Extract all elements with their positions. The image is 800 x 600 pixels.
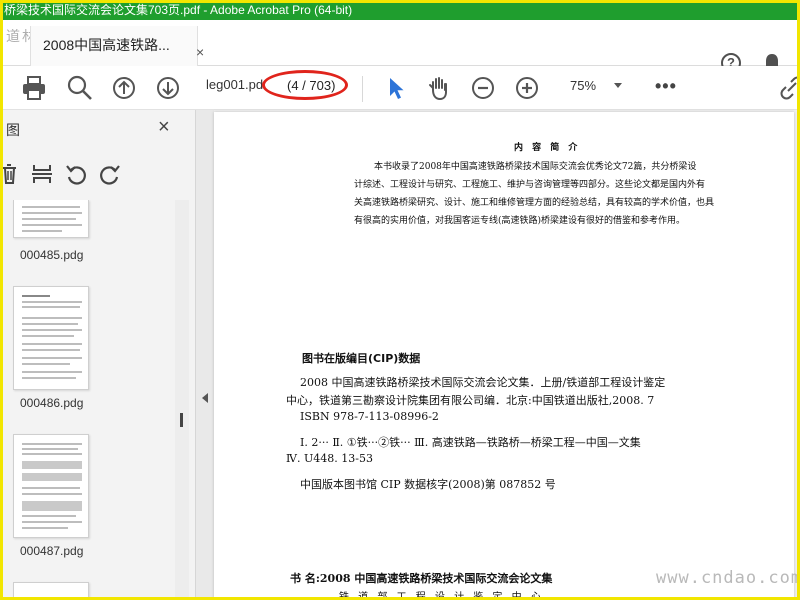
link-icon[interactable]	[778, 74, 800, 102]
hand-tool-icon[interactable]	[425, 74, 453, 102]
thumbnail-scrollbar[interactable]	[175, 200, 189, 600]
thumbnail-label: 000486.pdg	[20, 396, 84, 410]
page-thumbnails-pane: 图 × 000485.pdg 000486.pdg 000487.pdg	[0, 110, 196, 600]
page-down-icon[interactable]	[154, 74, 182, 102]
zoom-in-icon[interactable]	[513, 74, 541, 102]
book-editor-line: 铁 道 部 工 程 设 计 鉴 定 中 心	[339, 592, 544, 600]
zoom-level-select[interactable]: 75%	[570, 78, 596, 93]
document-tab[interactable]: 2008中国高速铁路...	[30, 26, 198, 66]
highlight-ellipse	[262, 70, 348, 100]
toolbar: leg001.pd (4 / 703) 75% •••	[0, 66, 800, 110]
intro-heading: 内 容 简 介	[514, 143, 581, 153]
cip-line: ISBN 978-7-113-08996-2	[300, 410, 439, 423]
rotate-right-icon[interactable]	[98, 162, 122, 186]
thumbnail-page[interactable]	[13, 434, 89, 538]
file-name-label: leg001.pd	[206, 77, 264, 92]
chevron-down-icon[interactable]	[614, 83, 622, 88]
cip-line: Ⅰ. 2··· Ⅱ. ①铁···②铁··· Ⅲ. 高速铁路—铁路桥—桥梁工程—中…	[300, 436, 641, 449]
pane-title: 图	[6, 122, 20, 138]
scrollbar-thumb[interactable]	[180, 413, 183, 427]
pane-toolbar	[0, 158, 196, 192]
cip-line: Ⅳ. U448. 13-53	[286, 452, 373, 465]
cip-line: 中国版本图书馆 CIP 数据核字(2008)第 087852 号	[300, 478, 556, 491]
tab-close-icon[interactable]: ×	[196, 44, 204, 60]
intro-line: 有很高的实用价值，对我国客运专线(高速铁路)桥梁建设有很好的借鉴和参考作用。	[354, 216, 686, 226]
thumbnail-label: 000485.pdg	[20, 248, 84, 262]
cip-heading: 图书在版编目(CIP)数据	[302, 352, 421, 365]
cip-line: 2008 中国高速铁路桥梁技术国际交流会论文集．上册/铁道部工程设计鉴定	[300, 376, 666, 389]
close-icon[interactable]: ×	[158, 116, 170, 139]
toolbar-divider	[362, 76, 363, 102]
zoom-out-icon[interactable]	[469, 74, 497, 102]
collapse-arrow-icon[interactable]	[202, 393, 208, 403]
site-watermark: www.cndao.com	[656, 568, 800, 588]
delete-icon[interactable]	[0, 162, 24, 186]
pane-collapse-strip[interactable]	[196, 110, 214, 600]
insert-pages-icon[interactable]	[30, 162, 54, 186]
thumbnail-list: 000485.pdg 000486.pdg 000487.pdg	[0, 200, 175, 600]
print-icon[interactable]	[20, 74, 48, 102]
intro-line: 计综述、工程设计与研究、工程施工、维护与咨询管理等四部分。这些论文都是国内外有	[354, 180, 706, 190]
document-view[interactable]: 内 容 简 介 本书收录了2008年中国高速铁路桥梁技术国际交流会优秀论文72篇…	[214, 110, 800, 600]
window-title: 桥梁技术国际交流会论文集703页.pdf - Adobe Acrobat Pro…	[0, 0, 800, 20]
intro-line: 关高速铁路桥梁研究、设计、施工和维修管理方面的经验总结，具有较高的学术价值，也具	[354, 198, 715, 208]
page-up-icon[interactable]	[110, 74, 138, 102]
thumbnail-label: 000487.pdg	[20, 544, 84, 558]
cip-line: 中心，铁道第三勘察设计院集团有限公司编．北京:中国铁道出版社,2008. 7	[286, 394, 655, 407]
document-tab-title: 2008中国高速铁路...	[43, 37, 170, 53]
more-tools-icon[interactable]: •••	[655, 76, 677, 97]
tab-bar: 道林网 2008中国高速铁路... × ?	[0, 20, 800, 74]
thumbnail-page[interactable]	[13, 286, 89, 390]
intro-line: 本书收录了2008年中国高速铁路桥梁技术国际交流会优秀论文72篇，共分桥梁设	[374, 162, 697, 172]
thumbnail-page[interactable]	[13, 200, 89, 238]
pdf-page: 内 容 简 介 本书收录了2008年中国高速铁路桥梁技术国际交流会优秀论文72篇…	[214, 112, 794, 600]
rotate-left-icon[interactable]	[64, 162, 88, 186]
book-title-line: 书 名:2008 中国高速铁路桥梁技术国际交流会论文集	[290, 572, 553, 585]
select-cursor-icon[interactable]	[382, 74, 410, 102]
thumbnail-page[interactable]	[13, 582, 89, 600]
zoom-search-icon[interactable]	[66, 74, 94, 102]
